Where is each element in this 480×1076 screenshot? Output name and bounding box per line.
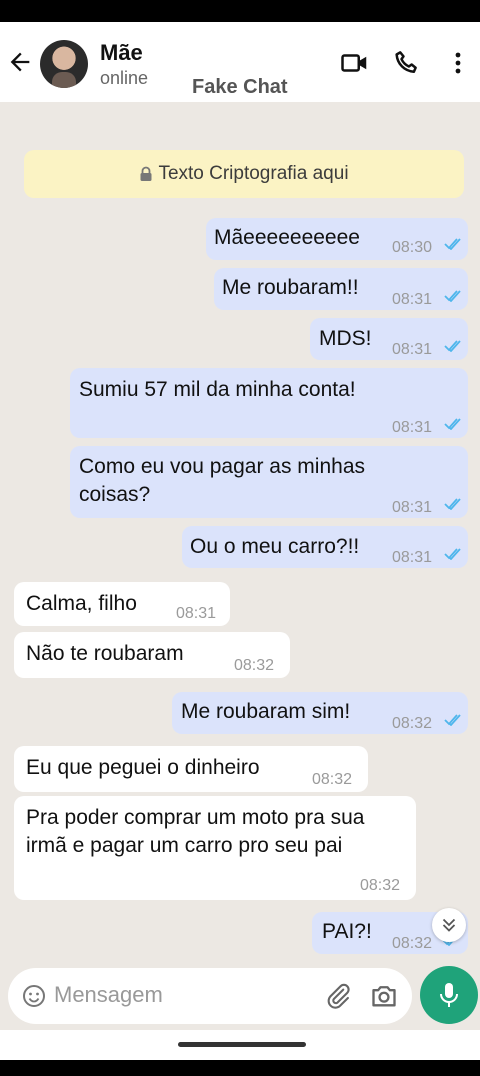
message-time: 08:31: [392, 499, 433, 516]
message-time: 08:31: [392, 419, 433, 436]
message-time: 08:32: [392, 715, 433, 732]
message-bubble[interactable]: Sumiu 57 mil da minha conta! 08:31: [70, 368, 468, 438]
message-text: Eu que peguei o dinheiro: [26, 756, 260, 779]
back-arrow-icon[interactable]: [6, 48, 34, 76]
attach-icon[interactable]: [324, 982, 352, 1010]
message-bubble[interactable]: Pra poder comprar um moto pra sua irmã e…: [14, 796, 416, 900]
message-bubble[interactable]: Mãeeeeeeeeee 08:30: [206, 218, 468, 260]
message-text: Me roubaram sim!: [181, 700, 351, 723]
message-text: Ou o meu carro?!!: [190, 535, 360, 558]
message-time: 08:30: [392, 239, 433, 256]
message-bubble[interactable]: Como eu vou pagar as minhas coisas? 08:3…: [70, 446, 468, 518]
status-bar: [0, 0, 480, 22]
double-check-icon: [444, 340, 461, 352]
camera-icon[interactable]: [370, 982, 398, 1010]
mic-icon: [440, 983, 458, 1007]
message-bubble[interactable]: Me roubaram sim! 08:32: [172, 692, 468, 734]
double-check-icon: [444, 290, 461, 302]
video-call-icon[interactable]: [340, 48, 370, 78]
double-check-icon: [444, 498, 461, 510]
watermark-text: Fake Chat: [192, 76, 288, 98]
message-bubble[interactable]: Ou o meu carro?!! 08:31: [182, 526, 468, 568]
more-vert-icon[interactable]: [446, 48, 470, 78]
double-check-icon: [444, 418, 461, 430]
navigation-bar: [0, 1030, 480, 1060]
message-bubble[interactable]: Calma, filho 08:31: [14, 582, 230, 626]
double-check-icon: [444, 548, 461, 560]
bottom-edge: [0, 1060, 480, 1076]
message-text: MDS!: [319, 327, 372, 350]
scroll-to-bottom-button[interactable]: [432, 908, 466, 942]
double-check-icon: [444, 238, 461, 250]
message-text: Sumiu 57 mil da minha conta!: [79, 378, 356, 401]
message-bubble[interactable]: Não te roubaram 08:32: [14, 632, 290, 678]
lock-icon: [140, 166, 152, 181]
message-text: Como eu vou pagar as minhas coisas?: [79, 455, 365, 506]
message-time: 08:31: [392, 291, 433, 308]
message-time: 08:32: [234, 657, 275, 674]
message-text: Me roubaram!!: [222, 276, 359, 299]
message-bubble[interactable]: MDS! 08:31: [310, 318, 468, 360]
encryption-banner[interactable]: Texto Criptografia aqui: [24, 150, 464, 198]
message-time: 08:32: [312, 771, 353, 788]
double-check-icon: [444, 714, 461, 726]
message-input-bar[interactable]: Mensagem: [8, 968, 412, 1024]
chat-header: Mãe online Fake Chat: [0, 22, 480, 102]
message-time: 08:31: [392, 341, 433, 358]
message-bubble[interactable]: Me roubaram!! 08:31: [214, 268, 468, 310]
message-text: PAI?!: [322, 920, 372, 943]
encryption-text: Texto Criptografia aqui: [158, 163, 349, 184]
message-text: Não te roubaram: [26, 642, 184, 665]
message-text: Mãeeeeeeeeee: [214, 226, 360, 249]
emoji-icon[interactable]: [22, 984, 46, 1008]
phone-icon[interactable]: [392, 48, 422, 78]
message-time: 08:31: [392, 549, 433, 566]
message-bubble[interactable]: Eu que peguei o dinheiro 08:32: [14, 746, 368, 792]
chevrons-down-icon: [442, 918, 456, 932]
home-indicator[interactable]: [178, 1042, 306, 1047]
chat-area[interactable]: Texto Criptografia aqui Mãeeeeeeeeee 08:…: [0, 102, 480, 962]
message-time: 08:32: [392, 935, 433, 952]
mic-button[interactable]: [420, 966, 478, 1024]
message-text: Pra poder comprar um moto pra sua irmã e…: [26, 806, 365, 857]
avatar[interactable]: [40, 40, 88, 88]
message-time: 08:31: [176, 605, 217, 622]
message-input[interactable]: Mensagem: [54, 982, 163, 1008]
contact-name[interactable]: Mãe: [100, 40, 143, 66]
message-time: 08:32: [360, 877, 401, 894]
message-text: Calma, filho: [26, 592, 137, 615]
contact-status: online: [100, 68, 149, 88]
